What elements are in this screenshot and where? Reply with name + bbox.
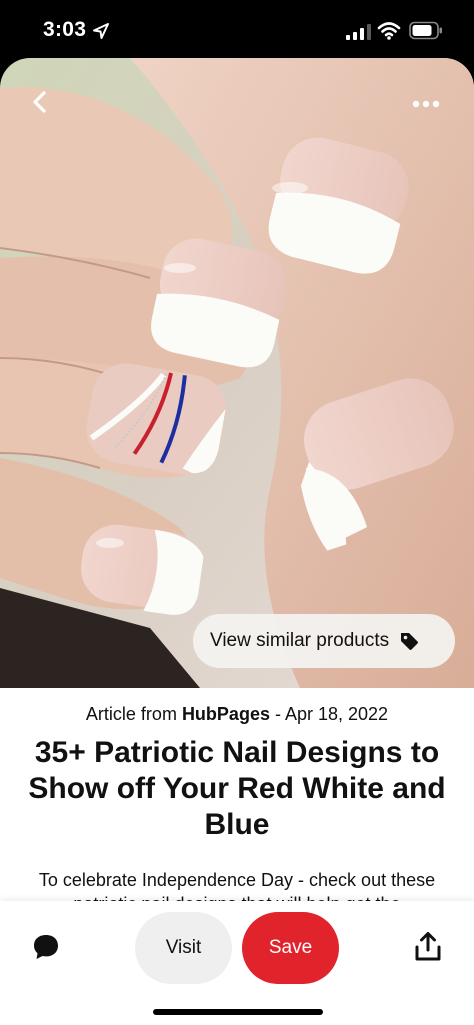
ellipsis-icon xyxy=(412,100,440,108)
cellular-signal-icon xyxy=(346,24,371,40)
wifi-icon xyxy=(377,22,401,40)
home-indicator[interactable] xyxy=(153,1009,323,1015)
status-time: 3:03 xyxy=(43,18,87,41)
tag-icon xyxy=(401,633,419,650)
back-button[interactable] xyxy=(20,82,60,122)
pin-image[interactable]: View similar products xyxy=(0,58,474,688)
visit-button[interactable]: Visit xyxy=(135,912,232,984)
save-button[interactable]: Save xyxy=(242,912,339,984)
more-options-button[interactable] xyxy=(405,88,447,120)
share-icon xyxy=(415,932,441,961)
source-prefix: Article from xyxy=(85,704,182,724)
location-arrow-icon xyxy=(93,23,109,39)
source-date: - Apr 18, 2022 xyxy=(269,704,389,724)
article-source-line[interactable]: Article from HubPages - Apr 18, 2022 xyxy=(0,704,474,725)
comment-button[interactable] xyxy=(30,931,62,963)
status-bar: 3:03 xyxy=(0,0,474,58)
speech-bubble-icon xyxy=(34,935,58,959)
source-site[interactable]: HubPages xyxy=(182,704,270,724)
chevron-left-icon xyxy=(33,91,46,113)
view-similar-products-label: View similar products xyxy=(210,630,390,651)
pin-details: Article from HubPages - Apr 18, 2022 35+… xyxy=(0,688,474,901)
bottom-action-bar: Visit Save xyxy=(0,901,474,1025)
pin-title: 35+ Patriotic Nail Designs to Show off Y… xyxy=(28,736,446,841)
share-button[interactable] xyxy=(413,931,443,963)
battery-icon xyxy=(409,21,442,40)
nail-photo xyxy=(0,58,474,688)
view-similar-products-button[interactable]: View similar products xyxy=(193,614,455,668)
pin-description: To celebrate Independence Day - check ou… xyxy=(38,870,436,901)
